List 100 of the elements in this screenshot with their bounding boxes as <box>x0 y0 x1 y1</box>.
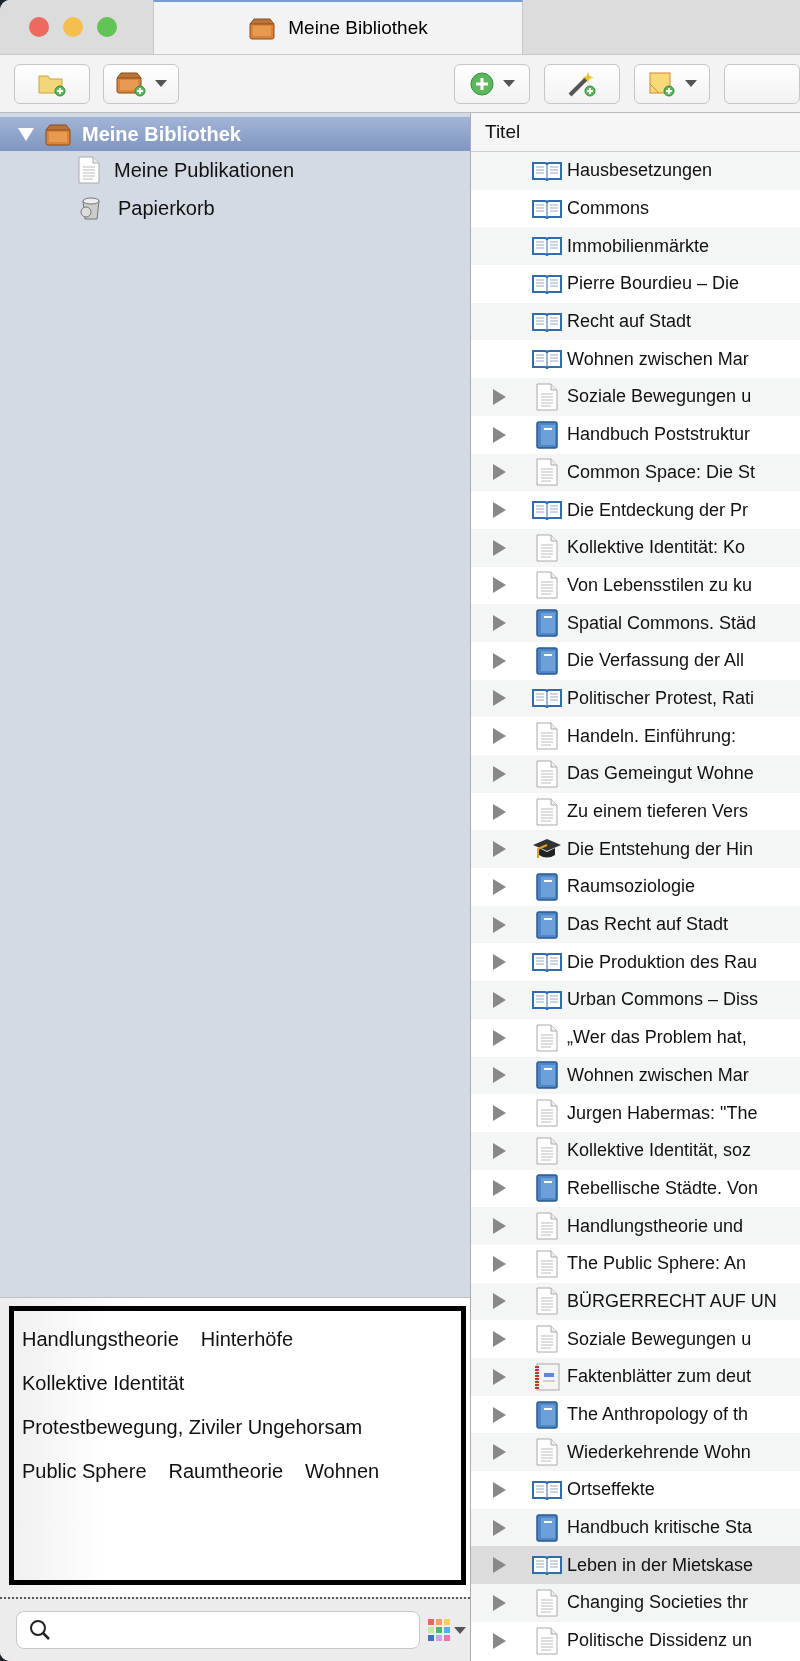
column-header[interactable]: Titel <box>471 113 800 152</box>
item-row[interactable]: Recht auf Stadt <box>471 302 800 341</box>
expand-arrow-icon[interactable] <box>492 1142 506 1159</box>
item-row[interactable]: Urban Commons – Diss <box>471 981 800 1019</box>
open-book-icon <box>532 235 562 258</box>
open-book-icon <box>532 272 562 295</box>
add-icon <box>469 70 495 97</box>
tag[interactable]: Handlungstheorie <box>22 1317 179 1361</box>
toolbar-button[interactable] <box>103 63 179 104</box>
document-icon <box>536 1099 558 1128</box>
item-row[interactable]: Faktenblätter zum deut <box>471 1358 800 1396</box>
item-row[interactable]: Changing Societies thr <box>471 1584 800 1622</box>
open-book-icon <box>532 197 562 220</box>
toolbar-button[interactable] <box>544 63 620 104</box>
expand-arrow-icon[interactable] <box>492 841 506 858</box>
item-row[interactable]: Spatial Commons. Städ <box>471 604 800 642</box>
tree-item[interactable]: Papierkorb <box>0 189 470 227</box>
expand-arrow-icon[interactable] <box>492 1368 506 1385</box>
open-book-icon <box>532 687 562 710</box>
book-icon <box>535 1513 559 1542</box>
box-icon <box>44 122 72 146</box>
document-icon <box>536 1023 558 1052</box>
item-row[interactable]: BÜRGERRECHT AUF UN <box>471 1282 800 1321</box>
book-icon <box>535 646 559 675</box>
item-row[interactable]: Commons <box>471 189 800 228</box>
expand-arrow-icon[interactable] <box>492 690 506 707</box>
expand-arrow-icon[interactable] <box>492 539 506 556</box>
tag[interactable]: Wohnen <box>305 1449 380 1493</box>
item-row[interactable]: Raumsoziologie <box>471 868 800 906</box>
box-icon <box>248 16 277 40</box>
item-row[interactable]: Das Recht auf Stadt <box>471 905 800 944</box>
open-book-icon <box>532 310 562 333</box>
item-row[interactable]: Handbuch kritische Sta <box>471 1508 800 1547</box>
toolbar-button[interactable] <box>454 63 530 104</box>
document-icon <box>536 1325 558 1354</box>
document-icon <box>78 156 100 184</box>
notepad-icon <box>533 1362 561 1391</box>
document-icon <box>536 1438 558 1467</box>
document-icon <box>536 458 558 487</box>
item-row[interactable]: Pierre Bourdieu – Die <box>471 265 800 303</box>
expand-arrow-icon[interactable] <box>492 1444 506 1461</box>
expand-arrow-icon[interactable] <box>492 1594 506 1611</box>
document-icon <box>536 1626 558 1655</box>
expand-arrow-icon[interactable] <box>492 1632 506 1649</box>
item-row[interactable]: Politische Dissidenz un <box>471 1621 800 1660</box>
note-add-icon <box>647 69 677 98</box>
item-row[interactable]: Die Entstehung der Hin <box>471 830 800 869</box>
item-row[interactable]: Leben in der Mietskase <box>471 1546 800 1585</box>
item-row[interactable]: Immobilienmärkte <box>471 227 800 266</box>
item-row[interactable]: Das Gemeingut Wohne <box>471 755 800 793</box>
book-icon <box>535 609 559 638</box>
book-icon <box>535 1400 559 1429</box>
tag[interactable]: Public Sphere <box>22 1449 147 1493</box>
document-icon <box>536 1249 558 1278</box>
close-button[interactable] <box>29 17 49 37</box>
expand-arrow-icon[interactable] <box>492 464 506 481</box>
document-icon <box>536 533 558 562</box>
tag[interactable]: Hinterhöfe <box>200 1317 294 1361</box>
item-row[interactable]: Soziale Bewegungen u <box>471 378 800 416</box>
tag[interactable]: Protestbewegung, Ziviler Ungehorsam <box>22 1405 363 1449</box>
document-icon <box>536 1588 558 1617</box>
tag-search-field[interactable] <box>16 1611 420 1649</box>
document-icon <box>536 1287 558 1316</box>
tag[interactable]: Kollektive Identität <box>22 1361 185 1405</box>
tag[interactable]: Raumtheorie <box>168 1449 284 1493</box>
document-icon <box>536 571 558 600</box>
open-book-icon <box>532 348 562 371</box>
open-book-icon <box>532 499 562 522</box>
expand-arrow-icon[interactable] <box>492 615 506 632</box>
item-row[interactable]: Hausbesetzungen <box>471 152 800 190</box>
item-row[interactable]: Handlungstheorie und <box>471 1207 800 1245</box>
search-icon <box>29 1619 51 1641</box>
expand-arrow-icon[interactable] <box>492 388 506 405</box>
open-book-icon <box>532 1554 562 1577</box>
item-row[interactable]: Die Verfassung der All <box>471 641 800 680</box>
book-icon <box>535 1061 559 1090</box>
item-row[interactable]: Handbuch Poststruktur <box>471 415 800 454</box>
item-row[interactable]: Politischer Protest, Rati <box>471 679 800 718</box>
document-icon <box>536 1212 558 1241</box>
expand-arrow-icon[interactable] <box>492 1218 506 1235</box>
expand-arrow-icon[interactable] <box>492 1067 506 1084</box>
expand-arrow-icon[interactable] <box>492 916 506 933</box>
open-book-icon <box>532 988 562 1011</box>
item-row[interactable]: Kollektive Identität, soz <box>471 1131 800 1170</box>
expand-arrow-icon[interactable] <box>492 765 506 782</box>
document-icon <box>536 722 558 751</box>
document-icon <box>536 1136 558 1165</box>
item-row[interactable]: Kollektive Identität: Ko <box>471 528 800 567</box>
book-icon <box>535 872 559 901</box>
item-row[interactable]: Common Space: Die St <box>471 453 800 492</box>
document-icon <box>536 797 558 826</box>
item-row[interactable]: Wiederkehrende Wohn <box>471 1433 800 1472</box>
tree-item[interactable]: Meine Publikationen <box>0 151 470 189</box>
item-row[interactable]: Wohnen zwischen Mar <box>471 1056 800 1095</box>
book-icon <box>535 1174 559 1203</box>
expand-arrow-icon[interactable] <box>492 1293 506 1310</box>
item-row[interactable]: Wohnen zwischen Mar <box>471 340 800 379</box>
expand-arrow-icon[interactable] <box>492 991 506 1008</box>
tab[interactable]: Meine Bibliothek <box>153 0 523 54</box>
toolbar-button[interactable] <box>634 63 710 104</box>
